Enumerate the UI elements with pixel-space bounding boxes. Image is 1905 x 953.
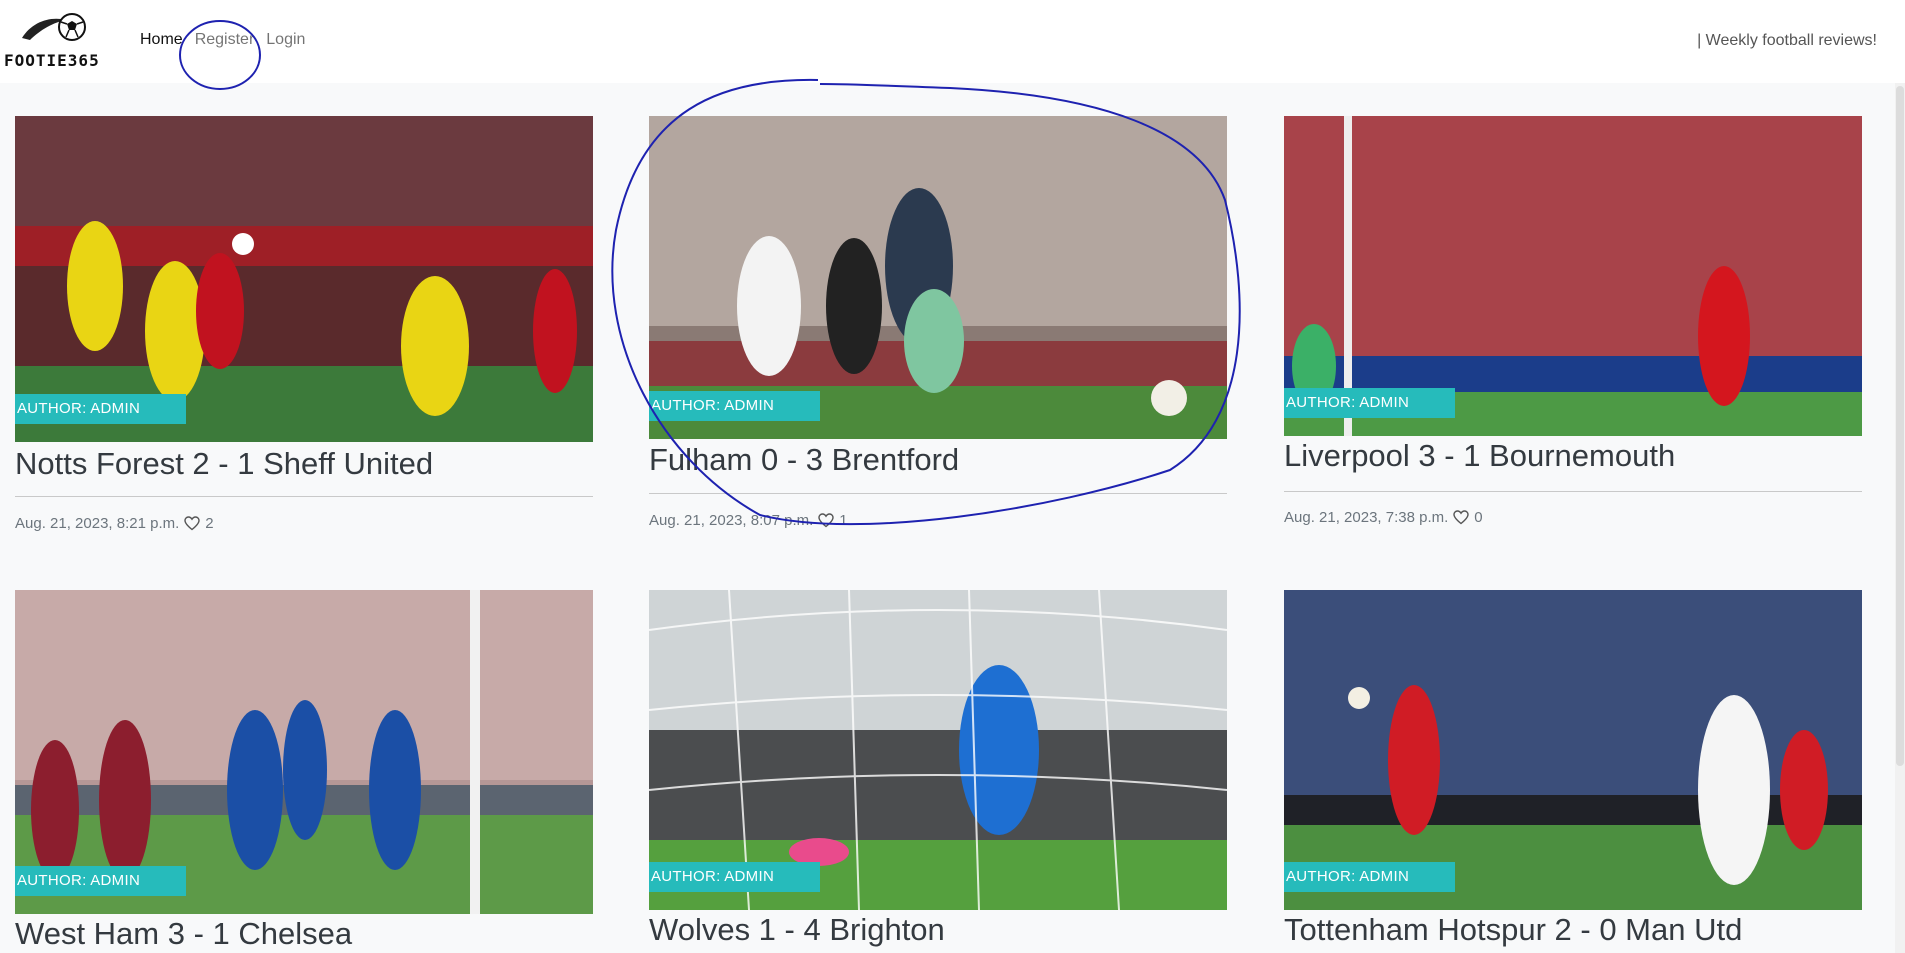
divider bbox=[1284, 491, 1862, 492]
heart-icon[interactable] bbox=[184, 516, 200, 531]
post-title[interactable]: Liverpool 3 - 1 Bournemouth bbox=[1284, 438, 1675, 474]
post-image[interactable]: AUTHOR: ADMIN bbox=[15, 590, 593, 914]
divider bbox=[649, 493, 1227, 494]
football-logo-icon bbox=[22, 13, 86, 41]
nav-link-login[interactable]: Login bbox=[260, 31, 311, 49]
post-image[interactable]: AUTHOR: ADMIN bbox=[1284, 116, 1862, 436]
brand-label: FOOTIE365 bbox=[4, 51, 100, 70]
scrollbar-thumb[interactable] bbox=[1896, 86, 1904, 766]
post-title[interactable]: Wolves 1 - 4 Brighton bbox=[649, 912, 945, 948]
author-badge: AUTHOR: ADMIN bbox=[649, 862, 820, 892]
post-title[interactable]: Notts Forest 2 - 1 Sheff United bbox=[15, 446, 433, 482]
heart-icon[interactable] bbox=[818, 513, 834, 528]
navbar: FOOTIE365 Home Register Login | Weekly f… bbox=[0, 0, 1905, 83]
nav-link-home[interactable]: Home bbox=[134, 31, 189, 49]
post-card[interactable]: AUTHOR: ADMIN Wolves 1 - 4 Brighton bbox=[649, 590, 1227, 953]
brand-logo[interactable]: FOOTIE365 bbox=[4, 10, 110, 72]
author-badge: AUTHOR: ADMIN bbox=[1284, 862, 1455, 892]
post-date: Aug. 21, 2023, 8:21 p.m. bbox=[15, 515, 180, 532]
heart-icon[interactable] bbox=[1453, 510, 1469, 525]
post-date: Aug. 21, 2023, 8:07 p.m. bbox=[649, 512, 814, 529]
author-badge: AUTHOR: ADMIN bbox=[649, 391, 820, 421]
post-meta: Aug. 21, 2023, 8:07 p.m. 1 bbox=[649, 512, 848, 529]
like-count: 2 bbox=[205, 515, 214, 532]
like-count: 1 bbox=[839, 512, 848, 529]
author-badge: AUTHOR: ADMIN bbox=[15, 866, 186, 896]
post-date: Aug. 21, 2023, 7:38 p.m. bbox=[1284, 509, 1449, 526]
post-card[interactable]: AUTHOR: ADMIN Liverpool 3 - 1 Bournemout… bbox=[1284, 116, 1862, 556]
tagline: | Weekly football reviews! bbox=[1697, 32, 1877, 49]
post-meta: Aug. 21, 2023, 8:21 p.m. 2 bbox=[15, 515, 214, 532]
post-image[interactable]: AUTHOR: ADMIN bbox=[649, 116, 1227, 439]
like-count: 0 bbox=[1474, 509, 1483, 526]
post-image[interactable]: AUTHOR: ADMIN bbox=[15, 116, 593, 442]
nav-links: Home Register Login bbox=[134, 31, 311, 49]
nav-link-register[interactable]: Register bbox=[189, 31, 261, 49]
divider bbox=[15, 496, 593, 497]
post-title[interactable]: Tottenham Hotspur 2 - 0 Man Utd bbox=[1284, 912, 1742, 948]
post-card[interactable]: AUTHOR: ADMIN Fulham 0 - 3 Brentford Aug… bbox=[649, 116, 1227, 556]
post-card[interactable]: AUTHOR: ADMIN West Ham 3 - 1 Chelsea bbox=[15, 590, 593, 953]
post-image[interactable]: AUTHOR: ADMIN bbox=[1284, 590, 1862, 910]
post-title[interactable]: West Ham 3 - 1 Chelsea bbox=[15, 916, 352, 952]
post-card[interactable]: AUTHOR: ADMIN Notts Forest 2 - 1 Sheff U… bbox=[15, 116, 593, 556]
post-title[interactable]: Fulham 0 - 3 Brentford bbox=[649, 442, 959, 478]
author-badge: AUTHOR: ADMIN bbox=[1284, 388, 1455, 418]
post-meta: Aug. 21, 2023, 7:38 p.m. 0 bbox=[1284, 509, 1483, 526]
post-image[interactable]: AUTHOR: ADMIN bbox=[649, 590, 1227, 910]
author-badge: AUTHOR: ADMIN bbox=[15, 394, 186, 424]
post-card[interactable]: AUTHOR: ADMIN Tottenham Hotspur 2 - 0 Ma… bbox=[1284, 590, 1862, 953]
